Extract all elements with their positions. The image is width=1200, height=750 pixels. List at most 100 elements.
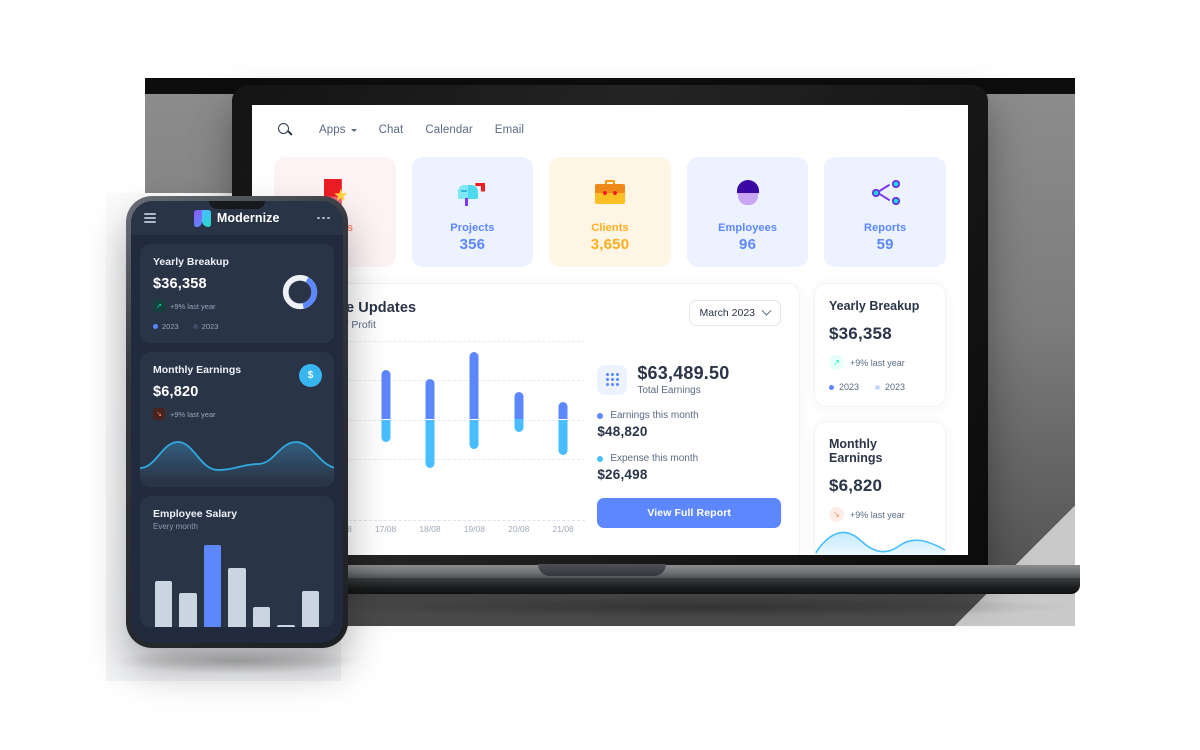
briefcase-icon (594, 172, 625, 214)
chart-bar-column[interactable] (497, 341, 541, 498)
earnings-this-month-value: $48,820 (597, 424, 648, 439)
chart-bar-negative (558, 419, 568, 455)
dashboard-lower-section: Revenue Updates Overview of Profit March… (252, 267, 968, 555)
legend-item: 2023 (875, 382, 905, 392)
employee-salary-bar-chart (153, 545, 321, 627)
chart-bar-positive (469, 351, 479, 420)
expense-this-month: Expense this month $26,498 (597, 453, 781, 482)
chart-bar-column[interactable] (541, 341, 585, 498)
nav-item-email[interactable]: Email (495, 124, 524, 136)
chart-bar-column[interactable] (452, 341, 496, 498)
phone-yearly-breakup-trend-label: +9% last year (170, 301, 216, 311)
employee-salary-bar[interactable] (301, 591, 319, 627)
employee-salary-bar[interactable] (228, 568, 246, 627)
employee-salary-bar[interactable] (203, 545, 222, 627)
grid-dots-icon (597, 364, 628, 395)
phone-monthly-earnings-trend: ↘ +9% last year (153, 408, 321, 420)
dollar-badge-icon: $ (299, 364, 322, 387)
employee-salary-bar[interactable] (252, 607, 271, 627)
legend-dot (153, 324, 158, 329)
earnings-summary: $63,489.50 Total Earnings Earnings this … (597, 341, 781, 542)
chart-bar-positive (514, 392, 524, 420)
phone-monthly-earnings-trend-label: +9% last year (170, 409, 216, 419)
chart-bar[interactable] (381, 370, 391, 443)
chart-bar[interactable] (514, 392, 524, 433)
chart-bar-negative (514, 419, 524, 433)
nav-item-calendar[interactable]: Calendar (425, 124, 472, 136)
yearly-breakup-trend: ↗ +9% last year (829, 355, 931, 370)
yearly-breakup-value: $36,358 (829, 324, 892, 343)
screenshot-stage: Apps Chat Calendar Email Projects 356 Cl… (0, 0, 1200, 750)
yearly-breakup-donut-chart (282, 274, 318, 310)
chart-bar-column[interactable] (363, 341, 407, 498)
chart-x-tick-label: 20/08 (508, 524, 530, 534)
chart-x-tick-label: 19/08 (463, 524, 485, 534)
employee-salary-bar[interactable] (155, 580, 173, 627)
legend-dot (829, 384, 834, 390)
legend-dot (192, 324, 198, 329)
expense-this-month-label: Expense this month (610, 453, 699, 464)
total-earnings-value: $63,489.50 (637, 363, 730, 383)
phone-monthly-earnings-sparkline (140, 441, 334, 482)
dashboard-right-rail: Yearly Breakup $36,358 ↗ +9% last year 2… (814, 283, 946, 555)
legend-label: 2023 (839, 382, 860, 392)
chart-axis-line (319, 520, 586, 521)
chart-x-axis: 16/0817/0818/0819/0820/0821/08 (319, 520, 586, 542)
yearly-breakup-legend: 2023 2023 (829, 382, 931, 392)
nav-item-apps-label: Apps (319, 124, 346, 136)
brand-name: Modernize (216, 211, 280, 225)
user-icon (735, 172, 761, 214)
phone-screen: Modernize Yearly Breakup $36,358 ↗ +9% l… (131, 201, 343, 643)
laptop-base-lip (338, 578, 1080, 594)
share-icon (870, 172, 901, 214)
chart-plot-area (319, 341, 586, 498)
earnings-this-month-label: Earnings this month (610, 410, 699, 421)
dashboard-app: Apps Chat Calendar Email Projects 356 Cl… (252, 105, 968, 555)
stat-card-reports[interactable]: Reports 59 (824, 157, 946, 267)
employee-salary-bar[interactable] (277, 625, 295, 627)
month-select-value: March 2023 (699, 307, 755, 319)
total-earnings-label: Total Earnings (637, 385, 701, 396)
chart-bar-negative (469, 419, 479, 449)
revenue-panel-body: 4.02.00.0-2.0-4.0 16/0817/0818/0819/0820… (293, 336, 781, 542)
stat-card-projects[interactable]: Projects 356 (411, 157, 534, 267)
laptop-screen: Apps Chat Calendar Email Projects 356 Cl… (252, 105, 968, 555)
hamburger-menu-icon[interactable] (144, 212, 156, 224)
top-navigation-bar: Apps Chat Calendar Email (252, 105, 968, 153)
search-icon[interactable] (278, 122, 293, 138)
chart-bar[interactable] (469, 351, 479, 449)
legend-label: 2023 (885, 382, 906, 392)
employee-salary-bar[interactable] (179, 593, 197, 627)
chart-bar-column[interactable] (408, 341, 452, 498)
stat-card-clients-value: 3,650 (590, 235, 630, 253)
legend-item: 2023 (192, 322, 218, 331)
yearly-breakup-trend-label: +9% last year (850, 357, 905, 368)
modernize-logo-icon (193, 209, 211, 227)
total-earnings-block: $63,489.50 Total Earnings (597, 363, 781, 396)
stat-card-projects-label: Projects (450, 221, 495, 234)
laptop-base (338, 564, 1080, 599)
phone-employee-salary-card: Employee Salary Every month (140, 496, 334, 627)
stat-card-employees[interactable]: Employees 96 (686, 157, 809, 267)
more-options-icon[interactable] (317, 216, 330, 220)
view-full-report-button[interactable]: View Full Report (597, 498, 781, 528)
monthly-earnings-value: $6,820 (829, 476, 883, 495)
phone-monthly-earnings-value: $6,820 (153, 384, 199, 400)
phone-monthly-earnings-title: Monthly Earnings (153, 364, 242, 376)
phone-device: Modernize Yearly Breakup $36,358 ↗ +9% l… (126, 196, 348, 648)
nav-item-email-label: Email (494, 124, 525, 136)
phone-employee-salary-title: Employee Salary (153, 508, 238, 520)
stat-card-clients[interactable]: Clients 3,650 (549, 157, 671, 267)
month-select[interactable]: March 2023 (688, 300, 781, 326)
expense-this-month-value: $26,498 (597, 467, 648, 482)
earnings-this-month: Earnings this month $48,820 (597, 410, 781, 439)
stat-card-clients-label: Clients (591, 221, 629, 234)
chart-bar[interactable] (425, 379, 435, 468)
nav-item-calendar-label: Calendar (425, 124, 473, 136)
chart-bars (319, 341, 585, 498)
nav-item-chat-label: Chat (378, 124, 404, 136)
nav-item-apps[interactable]: Apps (319, 124, 357, 136)
phone-shadow (112, 648, 362, 674)
nav-item-chat[interactable]: Chat (379, 124, 404, 136)
chart-bar[interactable] (558, 401, 568, 455)
